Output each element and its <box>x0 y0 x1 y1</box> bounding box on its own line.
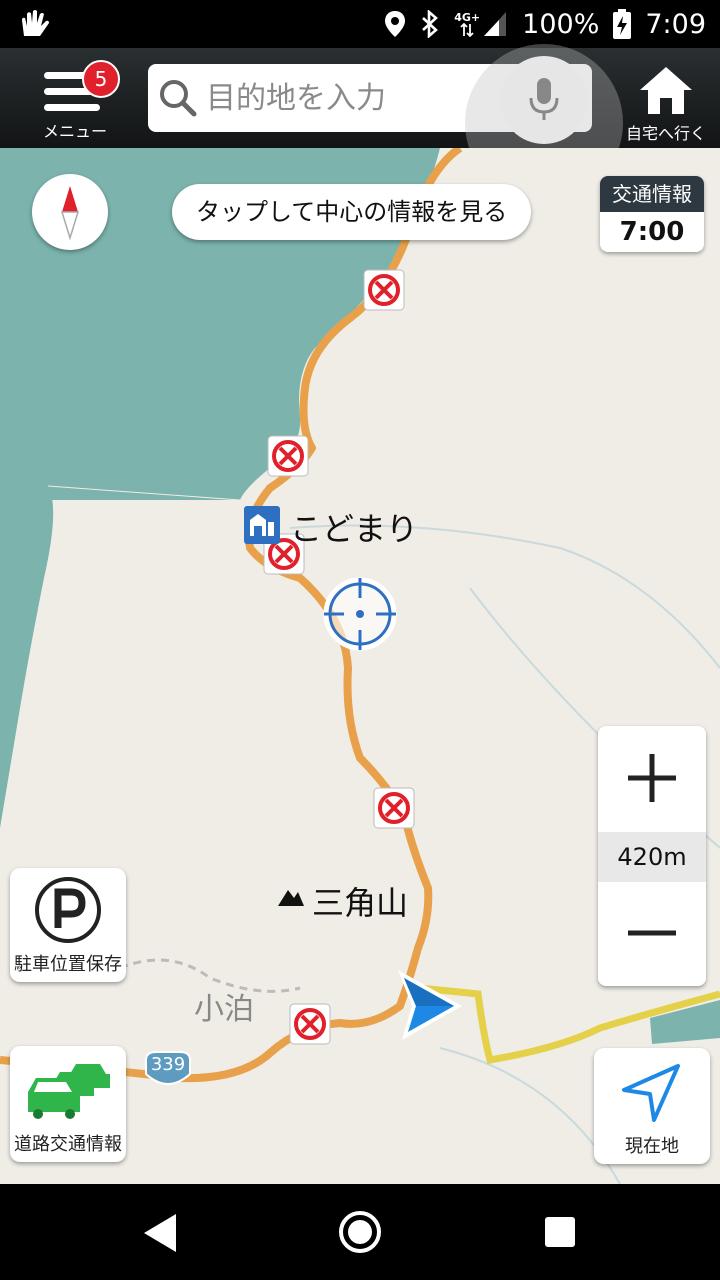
parking-save-label: 駐車位置保存 <box>14 954 122 975</box>
bluetooth-icon <box>422 10 439 38</box>
current-location-button[interactable]: 現在地 <box>594 1048 710 1164</box>
recent-apps-icon[interactable] <box>544 1216 576 1248</box>
voice-search-button[interactable] <box>500 56 588 144</box>
road-traffic-button[interactable]: 道路交通情報 <box>10 1046 126 1162</box>
road-closure-icon[interactable] <box>267 435 309 477</box>
menu-button[interactable]: 5 メニュー <box>30 58 120 142</box>
traffic-cars-icon <box>28 1064 110 1119</box>
place-label-sankakuyama: 三角山 <box>312 884 409 922</box>
mountain-icon <box>278 890 304 906</box>
menu-label: メニュー <box>42 122 107 141</box>
home-label: 自宅へ行く <box>625 124 706 143</box>
roadside-station-icon[interactable] <box>244 506 280 544</box>
microphone-icon <box>529 78 559 120</box>
zoom-control: 420m <box>598 726 706 986</box>
road-traffic-label: 道路交通情報 <box>14 1134 122 1155</box>
sea-area-west <box>0 486 54 828</box>
place-label-kodomari-kanji: 小泊 <box>194 992 254 1027</box>
minus-icon <box>628 930 676 936</box>
road-closure-icon[interactable] <box>289 1003 331 1045</box>
traffic-info-button[interactable]: 交通情報 7:00 <box>600 176 704 252</box>
home-circle-icon[interactable] <box>338 1210 382 1254</box>
route-number-label: 339 <box>150 1054 186 1075</box>
tap-center-info-button[interactable]: タップして中心の情報を見る <box>172 184 532 240</box>
compass-icon <box>60 186 80 240</box>
battery-charging-icon <box>613 9 632 39</box>
traffic-info-time: 7:00 <box>619 217 685 247</box>
status-icons: 4G+ 100% 7:09 <box>384 0 706 48</box>
status-bar: 4G+ 100% 7:09 <box>0 0 720 48</box>
compass-button[interactable] <box>32 174 108 250</box>
place-label-kodomari: こどまり <box>290 510 419 548</box>
location-icon <box>385 11 406 37</box>
top-bar: 5 メニュー 自宅へ行く <box>0 44 720 202</box>
clock: 7:09 <box>645 8 706 40</box>
road-closure-icon[interactable] <box>363 269 405 311</box>
parking-save-button[interactable]: 駐車位置保存 <box>10 868 126 982</box>
zoom-scale-label: 420m <box>598 832 706 882</box>
parking-icon <box>35 877 101 943</box>
system-navigation-bar <box>0 1184 720 1280</box>
road-closure-icon[interactable] <box>373 787 415 829</box>
current-location-label: 現在地 <box>625 1136 679 1157</box>
battery-percent: 100% <box>522 8 600 40</box>
back-icon[interactable] <box>140 1212 180 1254</box>
navigation-arrow-icon <box>622 1064 680 1122</box>
vehicle-position-icon <box>398 970 462 1040</box>
signal-icon <box>484 12 507 36</box>
zoom-in-button[interactable] <box>598 726 706 832</box>
plus-icon <box>628 754 676 802</box>
search-icon <box>160 80 197 117</box>
zoom-out-button[interactable] <box>598 882 706 986</box>
network-type: 4G+ <box>454 10 481 24</box>
go-home-button[interactable]: 自宅へ行く <box>616 58 716 144</box>
hand-icon <box>18 8 52 40</box>
crosshair-icon <box>323 577 397 651</box>
home-icon <box>640 67 692 114</box>
map-view[interactable]: タップして中心の情報を見る 交通情報 7:00 こどまり 三角山 小泊 339 … <box>0 148 720 1184</box>
destination-input[interactable] <box>206 64 506 132</box>
traffic-info-title: 交通情報 <box>600 176 704 212</box>
notification-badge: 5 <box>82 60 120 98</box>
